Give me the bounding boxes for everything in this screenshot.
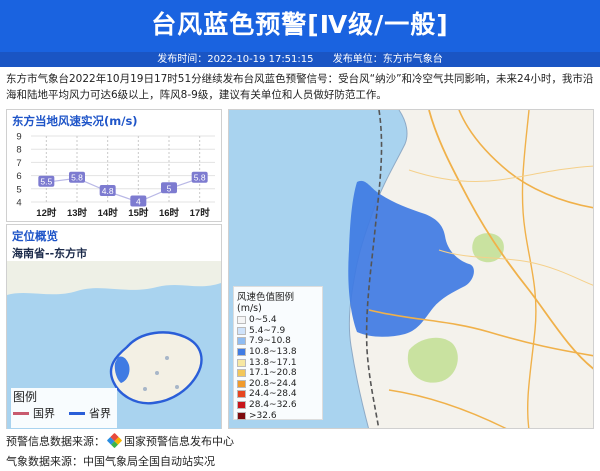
weather-source-line: 气象数据来源：中国气象局全国自动站实况: [6, 453, 215, 469]
y-tick-label: 4: [16, 198, 21, 209]
color-legend-label: 0~5.4: [249, 315, 277, 326]
color-swatch: [237, 369, 246, 378]
x-tick-label: 16时: [159, 207, 180, 219]
color-swatch: [237, 411, 246, 420]
color-legend-item: 10.8~13.8: [237, 347, 319, 358]
location-panel-title: 定位概览: [12, 229, 58, 243]
color-swatch: [237, 390, 246, 399]
data-label: 5.5: [40, 177, 52, 187]
color-legend-label: 28.4~32.6: [249, 400, 297, 411]
color-legend-label: 24.4~28.4: [249, 389, 297, 400]
color-legend-item: 28.4~32.6: [237, 400, 319, 411]
color-legend-label: 17.1~20.8: [249, 368, 297, 379]
color-legend-title: 风速色值图例 (m/s): [237, 292, 295, 314]
wind-panel-title: 东方当地风速实况(m/s): [12, 114, 138, 128]
color-legend-label: 20.8~24.4: [249, 378, 297, 389]
overview-legend-title: 图例: [13, 390, 38, 404]
data-label: 5: [167, 183, 172, 193]
data-label: 4.8: [102, 186, 114, 196]
warning-source-label: 预警信息数据来源：: [6, 435, 105, 448]
color-legend-item: 7.9~10.8: [237, 336, 319, 347]
x-tick-label: 13时: [67, 207, 88, 219]
legend-national-border: 国界 省界: [11, 405, 117, 421]
national-border-label: 国界: [33, 407, 55, 420]
x-tick-label: 15时: [128, 207, 149, 219]
x-tick-label: 12时: [36, 207, 57, 219]
color-legend-item: 0~5.4: [237, 315, 319, 326]
weather-source-label: 气象数据来源：: [6, 455, 83, 468]
color-swatch: [237, 379, 246, 388]
x-tick-label: 14时: [98, 207, 119, 219]
data-label: 5.8: [71, 173, 83, 183]
color-legend-item: 17.1~20.8: [237, 368, 319, 379]
color-swatch: [237, 326, 246, 335]
color-swatch: [237, 316, 246, 325]
warning-title: 台风蓝色预警[Ⅳ级/一般]: [151, 10, 449, 39]
color-legend-item: 20.8~24.4: [237, 379, 319, 390]
overview-legend: 图例 国界 省界: [11, 388, 117, 428]
wind-speed-chart: 4 5 6 7 8 9 5.5 5.8 4.8 4 5 5.8 12时 13时 14时 15时 16时 17时: [16, 132, 215, 219]
y-tick-label: 9: [16, 132, 21, 143]
publisher: 发布单位：东方市气象台: [332, 54, 443, 65]
color-legend-label: 5.4~7.9: [249, 325, 286, 336]
nwp-logo-icon: [106, 432, 123, 449]
publish-time: 发布时间：2022-10-19 17:51:15: [157, 54, 314, 65]
color-legend-item: >32.6: [237, 410, 319, 421]
warning-header: 台风蓝色预警[Ⅳ级/一般]: [0, 0, 600, 52]
y-tick-label: 5: [16, 184, 21, 195]
color-legend-label: 13.8~17.1: [249, 357, 297, 368]
x-tick-label: 17时: [190, 207, 211, 219]
data-label: 4: [136, 197, 141, 207]
province-border-swatch: [69, 411, 85, 415]
color-legend-item: 24.4~28.4: [237, 389, 319, 400]
wind-color-legend: 风速色值图例 (m/s) 0~5.4 5.4~7.9 7.9~10.8 10.8~13…: [233, 286, 323, 421]
y-tick-label: 7: [16, 158, 21, 169]
province-border-label: 省界: [89, 407, 111, 420]
weather-source-name: 中国气象局全国自动站实况: [83, 455, 215, 468]
publish-info-bar: 发布时间：2022-10-19 17:51:15 发布单位：东方市气象台: [0, 52, 600, 67]
warning-source-line: 预警信息数据来源： 国家预警信息发布中心: [6, 432, 234, 449]
color-swatch: [237, 348, 246, 357]
warning-source-name[interactable]: 国家预警信息发布中心: [124, 435, 234, 448]
y-tick-label: 8: [16, 145, 21, 156]
color-legend-label: 10.8~13.8: [249, 347, 297, 358]
color-legend-item: 5.4~7.9: [237, 326, 319, 337]
color-legend-rows: 0~5.4 5.4~7.9 7.9~10.8 10.8~13.8 13.8~17.1 17…: [237, 315, 319, 421]
color-swatch: [237, 401, 246, 410]
data-label: 5.8: [194, 173, 206, 183]
region-label: 海南省--东方市: [12, 247, 88, 260]
color-swatch: [237, 358, 246, 367]
color-legend-label: 7.9~10.8: [249, 336, 291, 347]
wind-speed-panel: 东方当地风速实况(m/s) 4 5 6 7 8 9 5.5 5.8 4.8 4 5 5.8 12时 13时…: [6, 109, 222, 222]
national-border-swatch: [13, 411, 29, 415]
color-swatch: [237, 337, 246, 346]
color-legend-item: 13.8~17.1: [237, 357, 319, 368]
y-tick-label: 6: [16, 171, 21, 182]
location-panel: 定位概览 海南省--东方市 图例 国界 省界: [6, 224, 222, 429]
warning-description: 东方市气象台2022年10月19日17时51分继续发布台风蓝色预警信号：受台风“…: [6, 73, 594, 101]
color-legend-label: >32.6: [249, 410, 277, 421]
